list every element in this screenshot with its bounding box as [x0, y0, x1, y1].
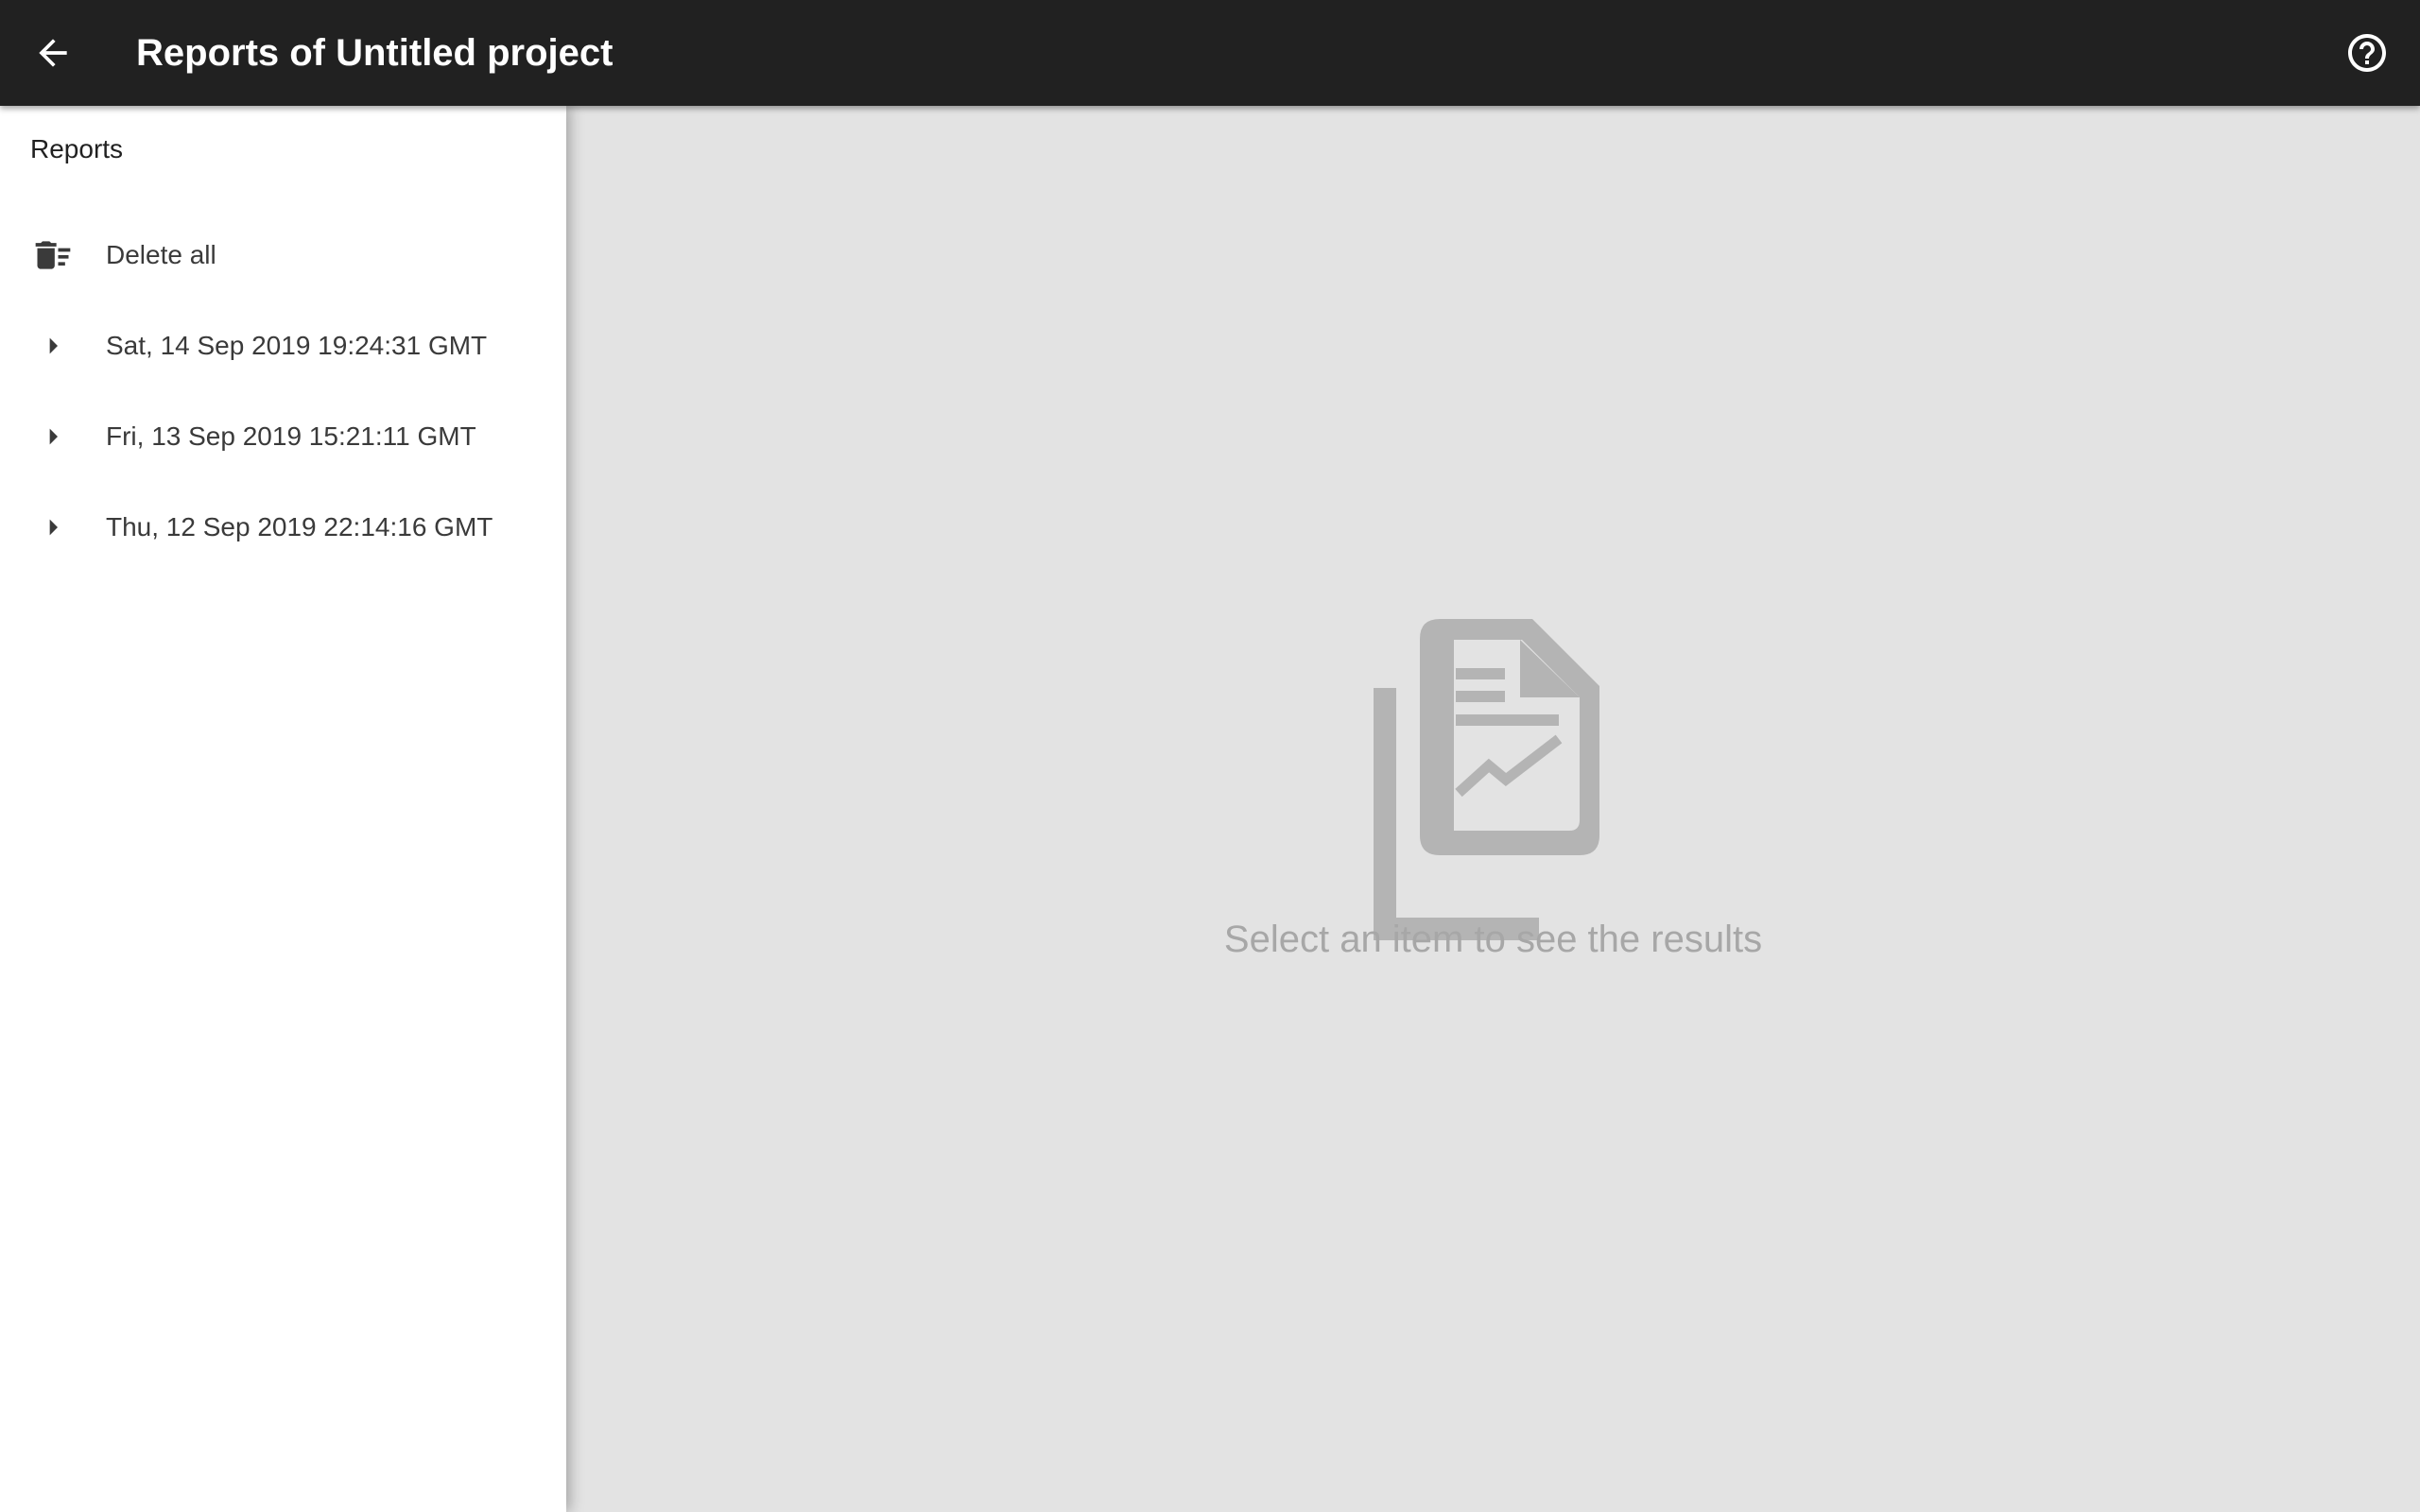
results-panel: Select an item to see the results	[566, 106, 2420, 1512]
report-document-icon	[1374, 619, 1599, 940]
page-title: Reports of Untitled project	[136, 32, 614, 74]
report-item[interactable]: Thu, 12 Sep 2019 22:14:16 GMT	[0, 482, 566, 573]
caret-right-icon	[23, 505, 83, 550]
report-item[interactable]: Sat, 14 Sep 2019 19:24:31 GMT	[0, 301, 566, 391]
app-bar: Reports of Untitled project	[0, 0, 2420, 106]
empty-state-message: Select an item to see the results	[1223, 919, 1763, 960]
report-item[interactable]: Fri, 13 Sep 2019 15:21:11 GMT	[0, 391, 566, 482]
report-item-label: Thu, 12 Sep 2019 22:14:16 GMT	[106, 512, 493, 541]
back-button[interactable]	[23, 23, 83, 83]
sidebar-heading: Reports	[30, 134, 124, 163]
delete-all-button[interactable]: Delete all	[0, 210, 566, 301]
arrow-back-icon	[39, 39, 67, 67]
report-item-label: Sat, 14 Sep 2019 19:24:31 GMT	[106, 331, 488, 360]
delete-all-label: Delete all	[106, 240, 216, 269]
caret-right-icon	[23, 323, 83, 369]
report-item-label: Fri, 13 Sep 2019 15:21:11 GMT	[106, 421, 476, 451]
help-circle-icon	[2348, 34, 2386, 72]
caret-right-icon	[23, 414, 83, 459]
reports-sidebar: Reports Delete all Sat, 14 Sep 2019 19:2…	[0, 106, 566, 1512]
help-button[interactable]	[2337, 23, 2397, 83]
delete-sweep-icon	[23, 232, 83, 278]
